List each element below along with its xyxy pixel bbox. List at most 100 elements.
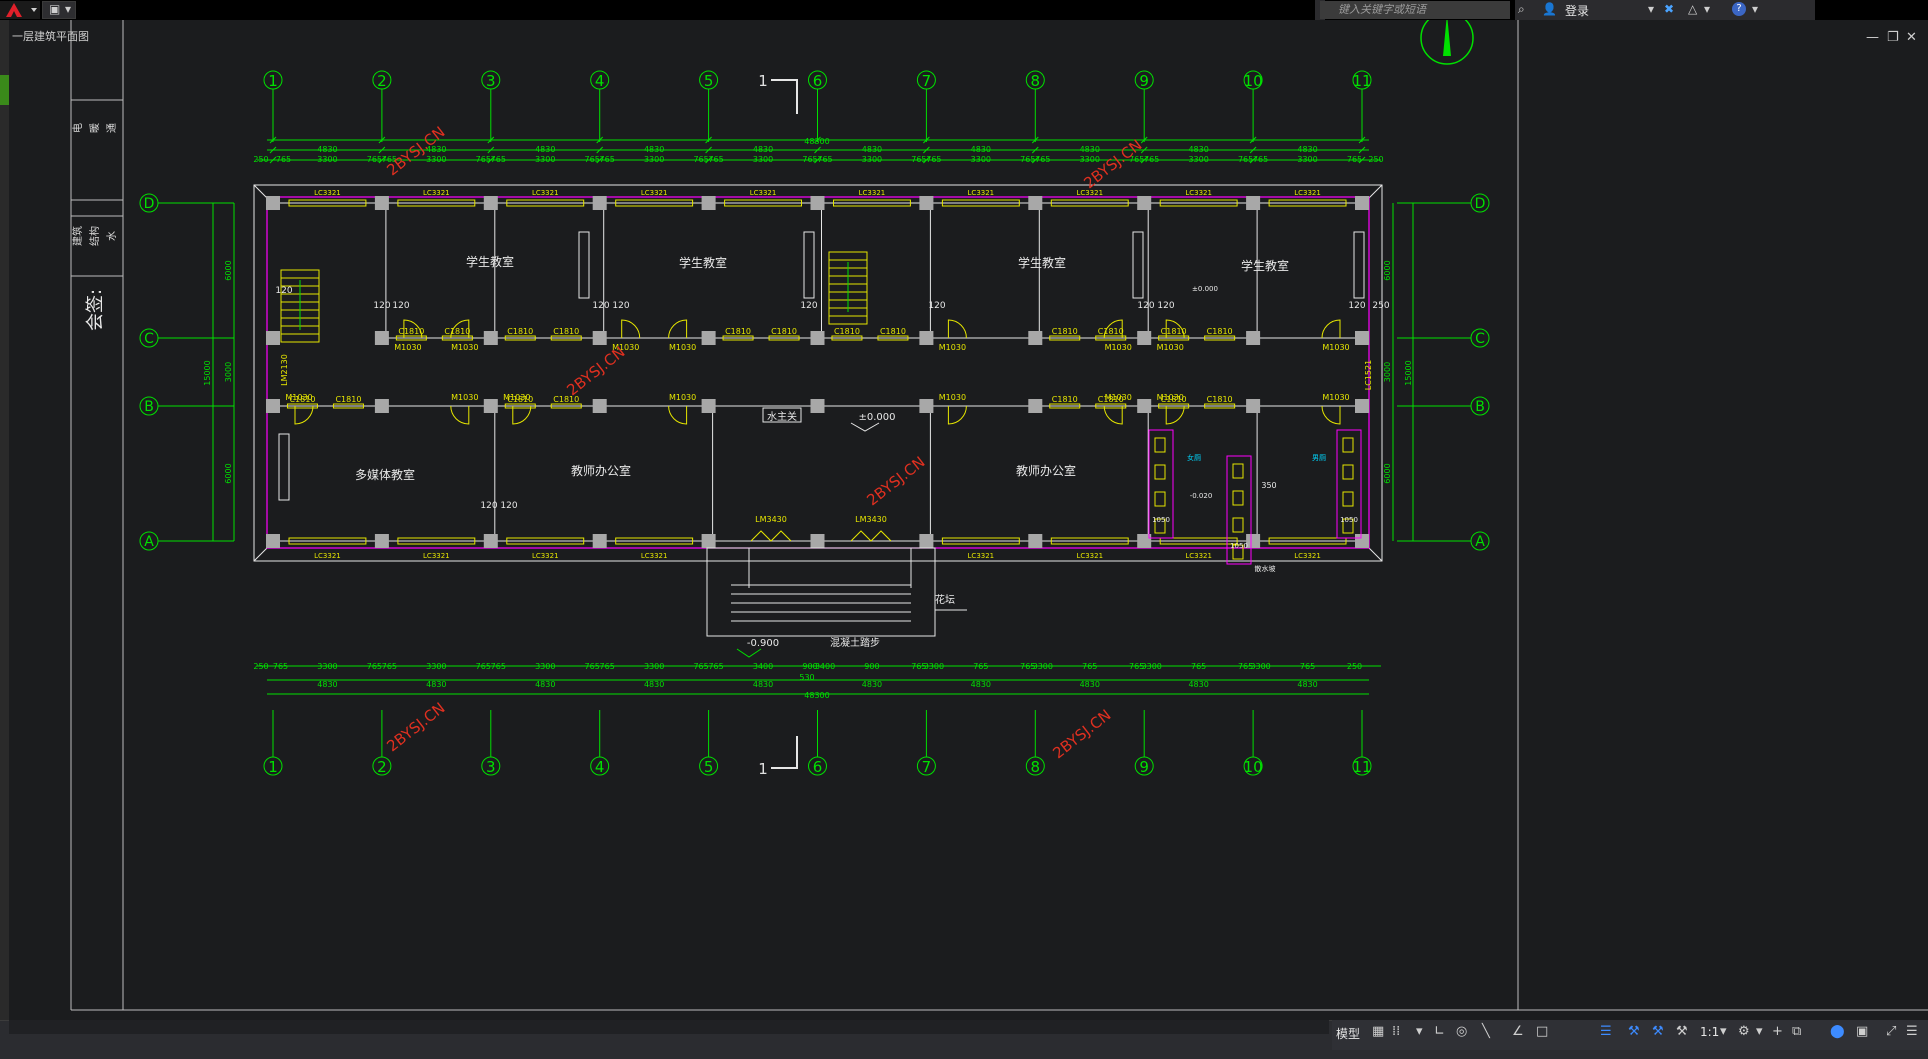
dim-text-bottom-detail: 765 — [973, 662, 988, 671]
plus-icon[interactable]: + — [1772, 1024, 1783, 1039]
main-door-label: LM3430 — [855, 515, 887, 524]
help-dropdown-icon[interactable]: ▾ — [1752, 2, 1758, 16]
floor-plan-svg[interactable]: 电暖通建筑 结构 水会签:11223344556677889910101111D DC… — [9, 20, 1928, 1020]
minimize-icon[interactable]: — — [1866, 30, 1879, 45]
ortho-icon[interactable]: ∟ — [1434, 1024, 1445, 1039]
isolate-icon[interactable]: ⧉ — [1792, 1024, 1801, 1039]
help-icon[interactable]: ? — [1732, 2, 1746, 16]
dim-text-bay: 4830 — [644, 145, 664, 154]
drawing-canvas[interactable]: 电暖通建筑 结构水会签: 1 1 2 2 3 3 4 4 5 5 6 6 7 7 8 8 9 9 10 10 11 11 D D C… — [9, 20, 1928, 1020]
wc-dim-label: 1050 — [1152, 516, 1170, 524]
dim-text-bottom-detail: 3400 — [815, 662, 835, 671]
corridor-window-label: C1810 — [1052, 327, 1078, 336]
watermark-text: 2BYSJ.CN — [863, 453, 928, 509]
auto-scale-icon[interactable]: ⚒ — [1652, 1024, 1664, 1039]
discipline-box-top — [70, 99, 124, 201]
grid-icon[interactable]: ▦ — [1372, 1024, 1384, 1039]
restore-icon[interactable]: ❐ — [1887, 30, 1899, 45]
lineweight-icon[interactable]: ☰ — [1600, 1024, 1612, 1039]
column — [266, 196, 280, 210]
dim-text-detail: 3300 — [862, 155, 882, 164]
dim-text-bottom-detail: 765 — [367, 662, 382, 671]
column — [1246, 196, 1261, 210]
a360-icon[interactable]: △ — [1688, 2, 1697, 16]
workspace-dropdown-icon[interactable]: ▾ — [1756, 1024, 1763, 1039]
dim-label-250: 250 — [1372, 301, 1389, 311]
save-icon[interactable]: ▣ — [49, 2, 60, 16]
workspace-gear-icon[interactable]: ⚙ — [1738, 1024, 1750, 1039]
left-panel-tab[interactable] — [0, 75, 9, 105]
corridor-window-label: C1810 — [1052, 395, 1078, 404]
clean-screen-icon[interactable]: ▣ — [1856, 1024, 1868, 1039]
snap-dropdown-icon[interactable]: ▾ — [1416, 1024, 1423, 1039]
axis-letter-left: C — [144, 331, 154, 347]
app-menu-button[interactable] — [0, 1, 40, 19]
dim-label-120: 120 — [392, 301, 409, 311]
window-label-top: LC3321 — [1185, 189, 1212, 197]
blackboard — [578, 231, 590, 299]
dropdown-arrow-icon[interactable]: ▾ — [65, 2, 71, 16]
window-label-top: LC3321 — [1294, 189, 1321, 197]
door-label: M1030 — [285, 393, 312, 402]
a360-dropdown-icon[interactable]: ▾ — [1704, 2, 1710, 16]
scale-dropdown-icon[interactable]: ▾ — [1720, 1024, 1727, 1039]
axis-letter-left: D — [144, 196, 155, 212]
close-icon[interactable]: ✕ — [1906, 30, 1917, 45]
door-swing — [621, 319, 641, 339]
column — [374, 196, 389, 210]
binoculars-icon[interactable]: ⌕ — [1518, 2, 1525, 17]
wc-fixture — [1342, 491, 1354, 507]
dim-text-detail: 3300 — [317, 155, 337, 164]
quick-access-toolbar[interactable]: ▣ ▾ — [42, 1, 76, 19]
dim-text-bottom-detail: 765 — [1082, 662, 1097, 671]
customize-menu-icon[interactable]: ☰ — [1906, 1024, 1918, 1039]
user-icon[interactable]: 👤 — [1542, 2, 1557, 16]
autocad-logo-icon — [6, 3, 37, 17]
main-door — [850, 530, 892, 542]
door-label: M1030 — [1157, 343, 1184, 352]
section-mark-top: 1 — [758, 72, 768, 90]
axis-letter-left: B — [144, 399, 154, 415]
axis-number-bottom: 2 — [377, 758, 387, 776]
column — [701, 331, 716, 345]
side-window-label: LC1521 — [1364, 360, 1373, 390]
osnap-icon[interactable]: □ — [1536, 1024, 1548, 1039]
axis-number-top: 8 — [1031, 72, 1041, 90]
column — [701, 399, 716, 413]
exchange-icon[interactable]: ✖ — [1664, 2, 1674, 16]
model-tab[interactable]: 模型 — [1336, 1025, 1360, 1042]
column — [592, 534, 607, 548]
isodraft-icon[interactable]: ╲ — [1482, 1024, 1490, 1039]
search-input[interactable]: 键入关键字或短语 — [1320, 1, 1510, 19]
dim-text-bottom-detail: 3300 — [924, 662, 944, 671]
room-label-classroom: 学生教室 — [679, 255, 727, 270]
main-door — [750, 530, 792, 542]
hardware-accel-icon[interactable]: ⬤ — [1830, 1024, 1845, 1039]
dim-text-detail: 3300 — [1297, 155, 1317, 164]
annotation-scale-icon[interactable]: ⚒ — [1676, 1024, 1688, 1039]
apron-corner — [1368, 184, 1383, 199]
door-label: M1030 — [1157, 393, 1184, 402]
annotation-visibility-icon[interactable]: ⚒ — [1628, 1024, 1640, 1039]
dim-text-bottom-bay: 4830 — [753, 680, 773, 689]
axis-number-top: 4 — [595, 72, 605, 90]
window-label-bottom: LC3321 — [314, 552, 341, 560]
dim-text-detail: 3300 — [971, 155, 991, 164]
command-line[interactable] — [9, 1020, 1329, 1034]
fullscreen-icon[interactable]: ⤢ — [1886, 1024, 1896, 1039]
login-dropdown-icon[interactable]: ▾ — [1648, 2, 1654, 16]
drawing-tab-title[interactable]: 一层建筑平面图 — [12, 28, 89, 44]
dim-text-bottom-detail: 765 — [693, 662, 708, 671]
dim-text-bottom-detail: 765 — [491, 662, 506, 671]
snap-icon[interactable]: ⁞⁞ — [1392, 1024, 1400, 1039]
dim-text-right: 3000 — [1383, 362, 1392, 382]
osnap-track-icon[interactable]: ∠ — [1512, 1024, 1524, 1039]
annotation-scale-value[interactable]: 1:1 — [1700, 1025, 1719, 1039]
sign-label: 会签: — [85, 289, 106, 331]
axis-letter-right: A — [1475, 534, 1485, 550]
axis-number-bottom: 10 — [1244, 758, 1263, 776]
login-button[interactable]: 登录 — [1565, 2, 1589, 19]
polar-icon[interactable]: ◎ — [1456, 1024, 1467, 1039]
dim-text-bottom-bay: 4830 — [1297, 680, 1317, 689]
level-symbol — [850, 422, 880, 432]
